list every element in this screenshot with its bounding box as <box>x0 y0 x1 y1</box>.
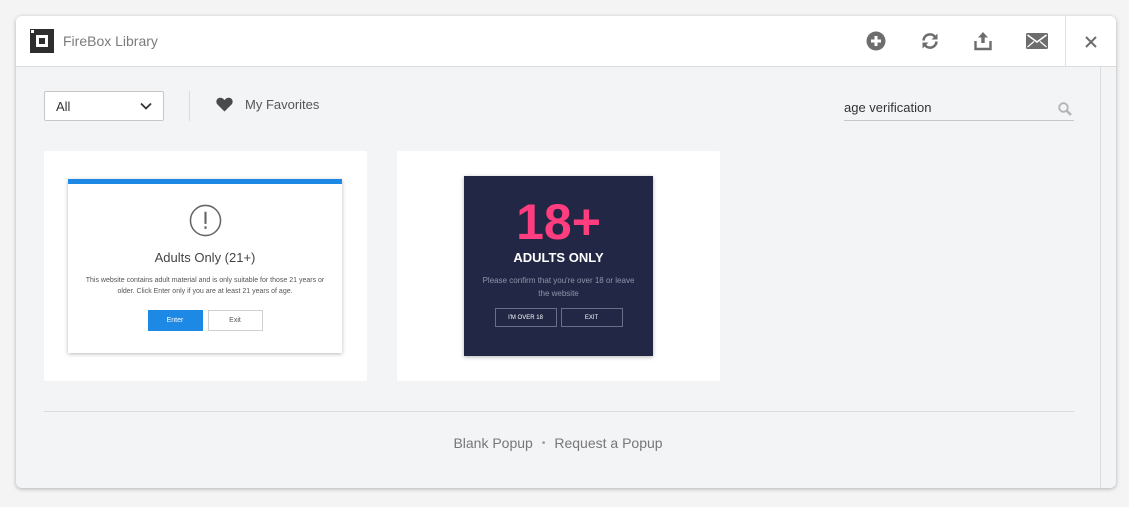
firebox-logo-icon <box>30 29 54 53</box>
category-select-value: All <box>56 98 71 114</box>
preview-body: This website contains adult material and… <box>85 277 325 295</box>
chevron-down-icon <box>140 102 152 110</box>
search-box <box>844 97 1074 121</box>
search-input[interactable] <box>844 97 1044 117</box>
template-card-18-plus[interactable]: 18+ ADULTS ONLY Please confirm that you'… <box>397 151 720 381</box>
close-icon <box>1085 35 1097 48</box>
modal-header: FireBox Library <box>16 16 1116 67</box>
template-preview: 18+ ADULTS ONLY Please confirm that you'… <box>464 176 653 356</box>
preview-enter-button: Enter <box>147 310 203 331</box>
footer-links: Blank Popup • Request a Popup <box>16 435 1100 451</box>
content-divider <box>44 411 1074 412</box>
upload-icon <box>974 32 992 51</box>
preview-exit-button: EXIT <box>560 308 623 327</box>
mail-button[interactable] <box>1025 29 1049 53</box>
preview-body: Please confirm that you're over 18 or le… <box>482 276 635 298</box>
search-icon[interactable] <box>1058 102 1072 116</box>
refresh-button[interactable] <box>918 29 942 53</box>
preview-over-18-button: I'M OVER 18 <box>494 308 557 327</box>
close-button[interactable] <box>1066 16 1116 67</box>
mail-icon <box>1026 33 1048 49</box>
add-button[interactable] <box>864 29 888 53</box>
template-preview: Adults Only (21+) This website contains … <box>68 179 342 353</box>
toolbar-separator <box>189 91 190 121</box>
preview-age-label: 18+ <box>516 194 601 250</box>
preview-subtitle: ADULTS ONLY <box>513 250 604 265</box>
heart-icon <box>216 97 233 112</box>
preview-title: Adults Only (21+) <box>154 250 256 265</box>
scrollbar-track[interactable] <box>1100 67 1101 488</box>
category-select[interactable]: All <box>44 91 164 121</box>
refresh-icon <box>922 33 938 49</box>
template-card-adults-only[interactable]: Adults Only (21+) This website contains … <box>44 151 367 381</box>
add-icon <box>866 31 886 51</box>
upload-button[interactable] <box>971 29 995 53</box>
request-popup-link[interactable]: Request a Popup <box>554 435 662 451</box>
blank-popup-link[interactable]: Blank Popup <box>453 435 532 451</box>
my-favorites-link[interactable]: My Favorites <box>216 97 319 112</box>
my-favorites-label: My Favorites <box>245 97 320 112</box>
preview-exit-button: Exit <box>207 310 263 331</box>
footer-separator: • <box>541 437 546 449</box>
exclamation-circle-icon <box>189 204 221 237</box>
app-title: FireBox Library <box>63 33 158 49</box>
library-modal: FireBox Library All My Favorites age ver… <box>16 16 1116 488</box>
